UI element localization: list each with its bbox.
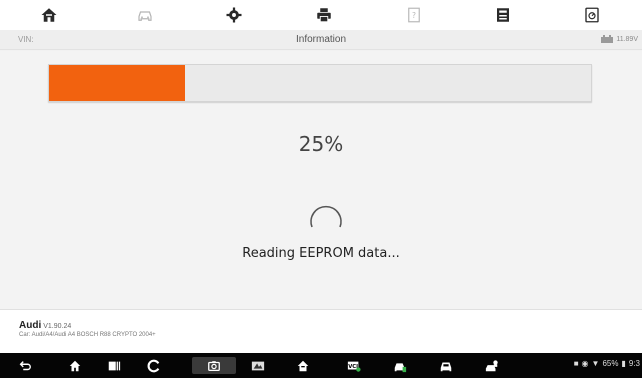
notification-icon: ◉ <box>581 359 589 368</box>
car-icon[interactable] <box>437 357 455 374</box>
print-icon[interactable] <box>312 4 336 26</box>
info-bar: VIN: Information 11.89V <box>0 30 642 50</box>
vehicle-make-name: Audi <box>19 320 42 331</box>
battery-voltage-indicator: 11.89V <box>601 35 638 43</box>
battery-voltage: 11.89V <box>616 35 638 43</box>
vehicle-info-footer: Audi V1.90.24 Car: Audi/A4/Audi A4 BOSCH … <box>0 309 642 353</box>
top-toolbar: ? <box>0 0 642 30</box>
wifi-icon: ▼ <box>591 359 600 368</box>
recents-icon[interactable] <box>105 357 123 374</box>
vehicle-make: Audi V1.90.24 <box>19 320 71 331</box>
battery-icon: ▮ <box>621 359 626 368</box>
display-icon[interactable] <box>249 357 267 374</box>
progress-percent: 25% <box>298 132 344 156</box>
vehicle-swap-icon <box>133 4 157 26</box>
progress-bar <box>48 64 592 102</box>
autel-home-icon[interactable] <box>294 357 312 374</box>
home-icon[interactable] <box>66 357 84 374</box>
save-icon[interactable] <box>491 4 515 26</box>
data-logging-icon[interactable] <box>580 4 604 26</box>
car-battery-icon <box>601 35 614 43</box>
vci-icon[interactable]: VCI <box>345 357 363 374</box>
home-icon[interactable] <box>37 4 61 26</box>
software-version: V1.90.24 <box>43 323 72 330</box>
clock: 9:3 <box>628 359 640 368</box>
car-gas-icon[interactable] <box>391 357 409 374</box>
car-repair-icon[interactable] <box>483 357 501 374</box>
main-content: 25% Reading EEPROM data... <box>0 51 642 309</box>
chat-icon: ■ <box>573 359 579 368</box>
status-message: Reading EEPROM data... <box>242 246 400 261</box>
loading-spinner-icon <box>310 205 342 228</box>
vehicle-path: Car: Audi/A4/Audi A4 BOSCH R88 CRYPTO 20… <box>19 332 156 338</box>
progress-bar-fill <box>49 65 185 101</box>
settings-icon[interactable] <box>222 4 246 26</box>
system-status-area: ■ ◉ ▼ 65% ▮ 9:3 <box>574 359 640 368</box>
system-navigation-bar: VCI ■ ◉ ▼ 65% ▮ 9:3 <box>0 353 642 378</box>
battery-percent: 65% <box>602 359 619 368</box>
browser-icon[interactable] <box>145 357 163 374</box>
back-icon[interactable] <box>16 357 34 374</box>
svg-text:?: ? <box>412 11 416 20</box>
page-title: Information <box>295 34 347 45</box>
help-icon: ? <box>402 4 426 26</box>
camera-icon[interactable] <box>192 357 236 374</box>
